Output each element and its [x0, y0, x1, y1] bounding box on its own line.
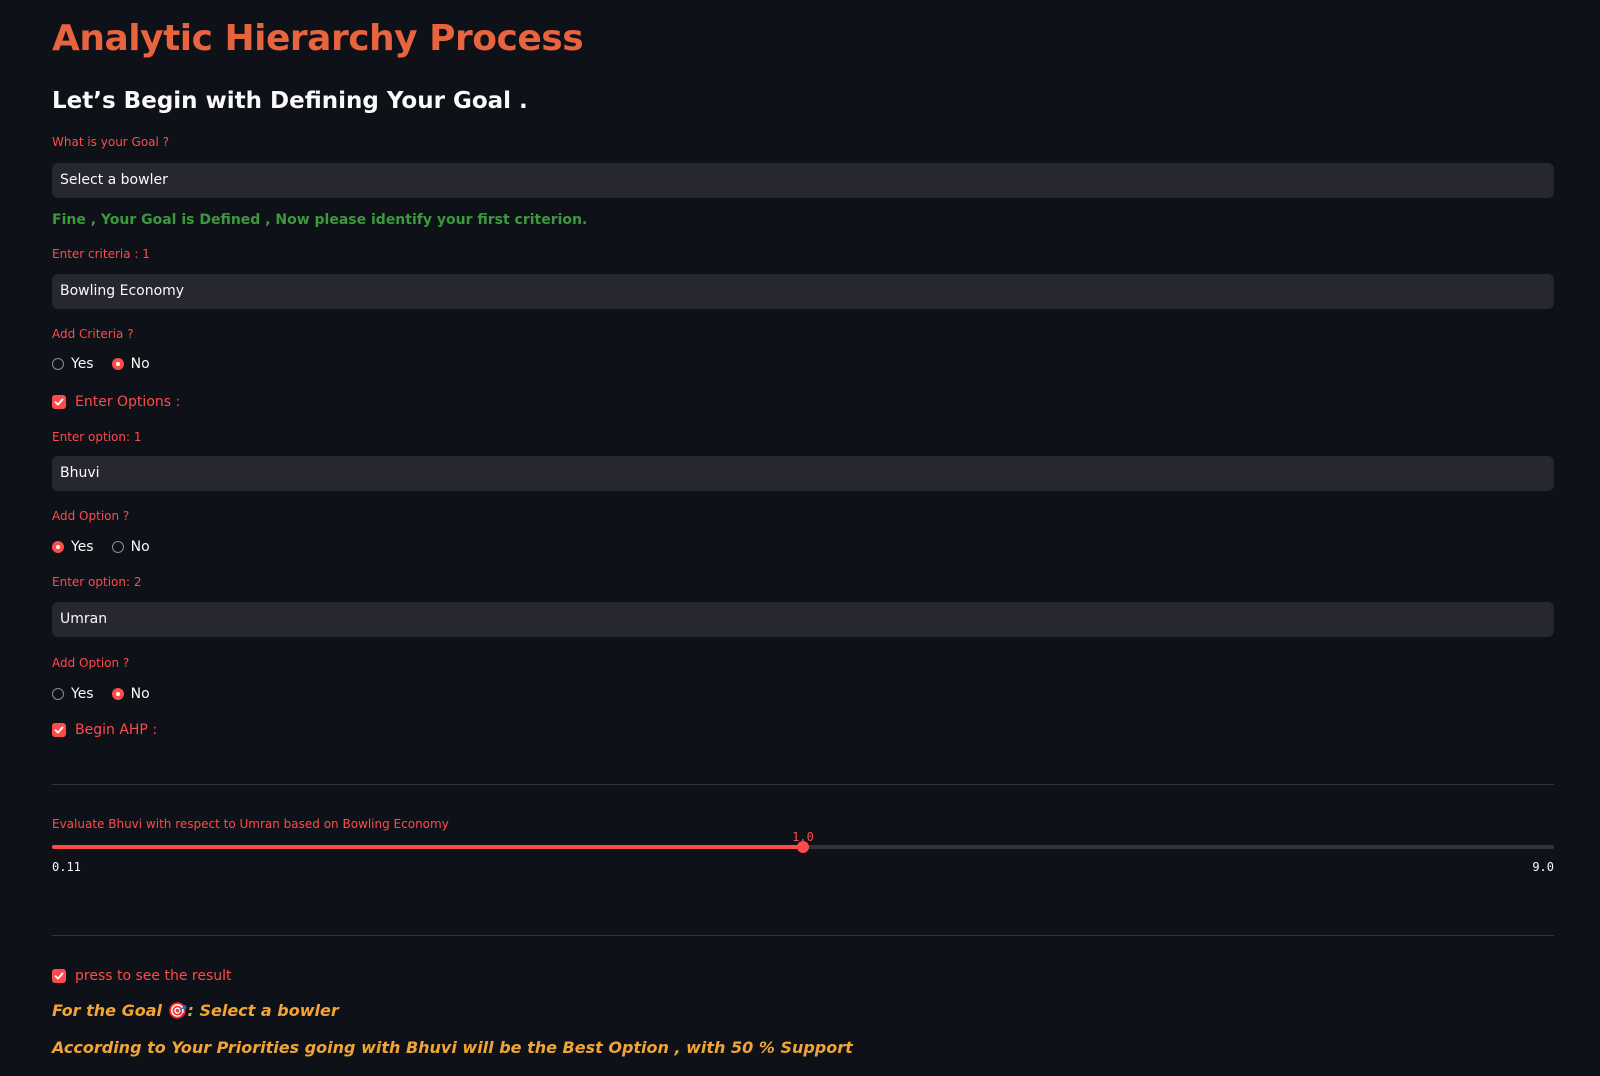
add-criteria-no-radio[interactable]: No — [111, 356, 150, 372]
page-subtitle: Let’s Begin with Defining Your Goal . — [52, 88, 528, 114]
add-option-2-label: Add Option ? — [52, 656, 130, 670]
checkbox-checked-icon — [52, 395, 66, 409]
add-option-1-yes-radio[interactable]: Yes — [52, 539, 94, 555]
add-option-1-radio-group: Yes No — [52, 537, 168, 557]
goal-label: What is your Goal ? — [52, 135, 170, 149]
divider — [52, 784, 1554, 785]
checkbox-checked-icon — [52, 969, 66, 983]
slider-thumb[interactable] — [797, 841, 809, 853]
add-criteria-label: Add Criteria ? — [52, 327, 134, 341]
option2-label: Enter option: 2 — [52, 575, 142, 589]
radio-unselected-icon — [111, 541, 124, 553]
page-title: Analytic Hierarchy Process — [52, 18, 584, 59]
slider-fill — [52, 845, 803, 849]
add-criteria-radio-group: Yes No — [52, 354, 168, 374]
radio-unselected-icon — [52, 688, 64, 700]
checkbox-checked-icon — [52, 723, 66, 737]
slider-min-value: 0.11 — [52, 860, 81, 874]
evaluation-slider-label: Evaluate Bhuvi with respect to Umran bas… — [52, 817, 449, 831]
radio-selected-icon — [111, 358, 124, 370]
add-option-1-label: Add Option ? — [52, 509, 130, 523]
radio-selected-icon — [111, 688, 124, 700]
radio-label: No — [130, 539, 150, 555]
add-option-2-yes-radio[interactable]: Yes — [52, 686, 94, 702]
enter-options-checkbox[interactable]: Enter Options : — [52, 392, 180, 412]
add-option-2-no-radio[interactable]: No — [111, 686, 150, 702]
divider — [52, 935, 1554, 936]
radio-label: Yes — [71, 356, 94, 372]
slider-max-value: 9.0 — [1532, 860, 1554, 874]
checkbox-label: press to see the result — [75, 968, 232, 984]
checkbox-label: Enter Options : — [75, 394, 181, 410]
criteria-label: Enter criteria : 1 — [52, 247, 150, 261]
radio-label: Yes — [71, 539, 94, 555]
add-criteria-yes-radio[interactable]: Yes — [52, 356, 94, 372]
checkbox-label: Begin AHP : — [75, 722, 158, 738]
option2-input[interactable]: Umran — [52, 602, 1554, 637]
radio-label: No — [130, 686, 150, 702]
option1-input[interactable]: Bhuvi — [52, 456, 1554, 491]
goal-success-message: Fine , Your Goal is Defined , Now please… — [52, 212, 588, 228]
option1-label: Enter option: 1 — [52, 430, 142, 444]
begin-ahp-checkbox[interactable]: Begin AHP : — [52, 720, 157, 740]
evaluation-slider[interactable]: 1.0 0.11 9.0 — [52, 830, 1554, 880]
criteria-input[interactable]: Bowling Economy — [52, 274, 1554, 309]
radio-label: Yes — [71, 686, 94, 702]
result-goal-suffix: : Select a bowler — [187, 1001, 339, 1020]
goal-input[interactable]: Select a bowler — [52, 163, 1554, 198]
add-option-2-radio-group: Yes No — [52, 684, 168, 704]
add-option-1-no-radio[interactable]: No — [111, 539, 150, 555]
target-icon: 🎯 — [167, 1001, 188, 1020]
result-goal-line: For the Goal 🎯: Select a bowler — [52, 1001, 339, 1020]
radio-unselected-icon — [52, 358, 64, 370]
result-best-option: According to Your Priorities going with … — [52, 1038, 853, 1057]
result-goal-prefix: For the Goal — [52, 1001, 168, 1020]
radio-selected-icon — [52, 541, 64, 553]
radio-label: No — [130, 356, 150, 372]
see-result-checkbox[interactable]: press to see the result — [52, 966, 232, 986]
